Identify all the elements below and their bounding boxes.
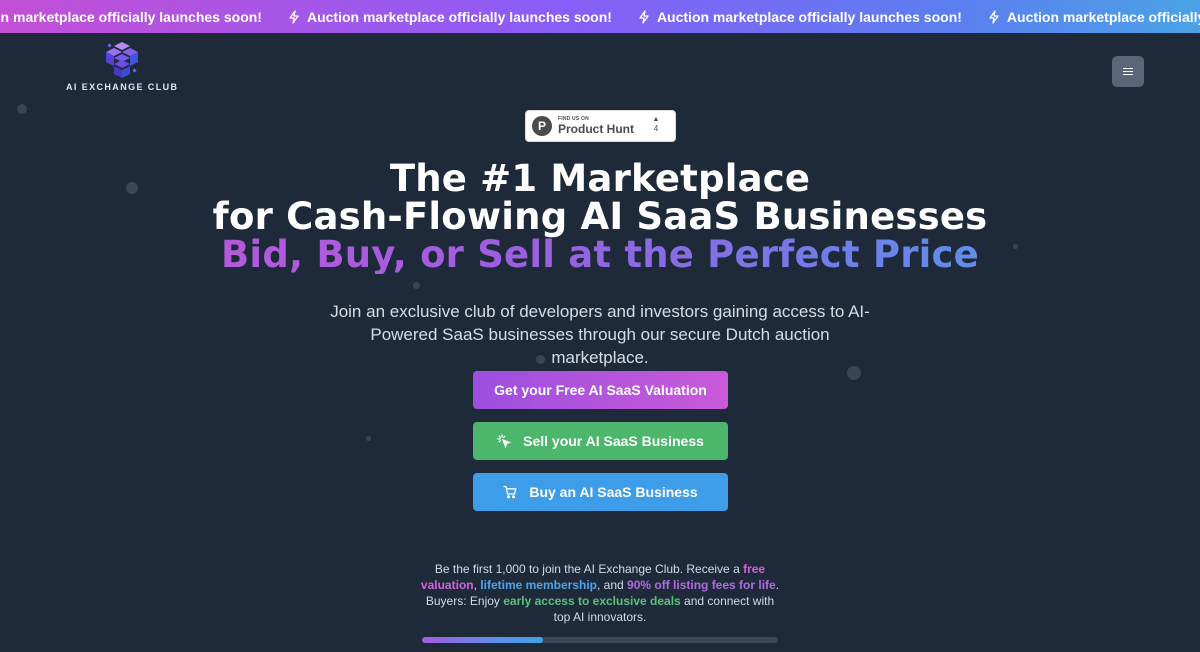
listing-fees-highlight: 90% off listing fees for life — [627, 578, 776, 592]
site-logo[interactable]: AI EXCHANGE CLUB — [66, 42, 178, 92]
announcement-bar: Auction marketplace officially launches … — [0, 0, 1200, 33]
headline-line-2: for Cash-Flowing AI SaaS Businesses — [212, 195, 988, 238]
free-valuation-label: Get your Free AI SaaS Valuation — [494, 382, 707, 398]
upvote-count: 4 — [653, 124, 659, 133]
cube-logo-icon — [106, 42, 138, 78]
upvote-arrow-icon: ▲ — [652, 116, 660, 123]
product-hunt-name: Product Hunt — [558, 122, 634, 136]
headline-line-1: The #1 Marketplace — [389, 157, 811, 200]
announcement-text: Auction marketplace officially launches … — [656, 8, 962, 25]
hamburger-menu-icon — [1123, 67, 1133, 76]
sell-business-button[interactable]: Sell your AI SaaS Business — [473, 422, 728, 460]
product-hunt-badge[interactable]: P FIND US ON Product Hunt ▲ 4 — [525, 110, 676, 142]
background-particle — [366, 436, 371, 441]
free-valuation-button[interactable]: Get your Free AI SaaS Valuation — [473, 371, 728, 409]
product-hunt-logo-icon: P — [532, 116, 552, 136]
announcement-text: Auction marketplace officially launches … — [1006, 8, 1200, 25]
buy-business-label: Buy an AI SaaS Business — [529, 484, 698, 500]
lightning-bolt-icon — [989, 9, 999, 24]
hero-subtitle: Join an exclusive club of developers and… — [330, 302, 870, 367]
shopping-cart-icon — [503, 485, 517, 499]
headline-gradient-line: Bid, Buy, or Sell at the Perfect Price — [0, 236, 1200, 274]
background-particle — [413, 282, 420, 289]
sparkle-cursor-icon — [497, 434, 512, 448]
hero-headline: The #1 Marketplace for Cash-Flowing AI S… — [0, 160, 1200, 274]
membership-blurb: Be the first 1,000 to join the AI Exchan… — [420, 561, 780, 625]
menu-button[interactable] — [1112, 56, 1144, 87]
announcement-track: Auction marketplace officially launches … — [0, 0, 1200, 33]
blurb-text: Be the first 1,000 to join the AI Exchan… — [434, 562, 744, 576]
announcement-text: Auction marketplace officially launches … — [0, 8, 262, 25]
lightning-bolt-icon — [639, 9, 649, 24]
buy-business-button[interactable]: Buy an AI SaaS Business — [473, 473, 728, 511]
announcement-item: Auction marketplace officially launches … — [0, 9, 262, 25]
lightning-bolt-icon — [289, 9, 299, 24]
lifetime-membership-highlight: lifetime membership — [480, 578, 597, 592]
early-access-highlight: early access to exclusive deals — [503, 594, 681, 608]
sell-business-label: Sell your AI SaaS Business — [523, 433, 704, 449]
membership-progress-bar — [422, 637, 778, 643]
blurb-text: , and — [596, 578, 628, 592]
announcement-text: Auction marketplace officially launches … — [306, 8, 612, 25]
product-hunt-votes: ▲ 4 — [651, 116, 661, 133]
logo-text: AI EXCHANGE CLUB — [66, 82, 179, 92]
product-hunt-text: FIND US ON Product Hunt — [558, 117, 634, 136]
background-particle — [17, 104, 27, 114]
announcement-item: Auction marketplace officially launches … — [638, 9, 962, 25]
progress-fill — [422, 637, 544, 643]
announcement-item: Auction marketplace officially launches … — [988, 9, 1200, 25]
announcement-item: Auction marketplace officially launches … — [288, 9, 612, 25]
